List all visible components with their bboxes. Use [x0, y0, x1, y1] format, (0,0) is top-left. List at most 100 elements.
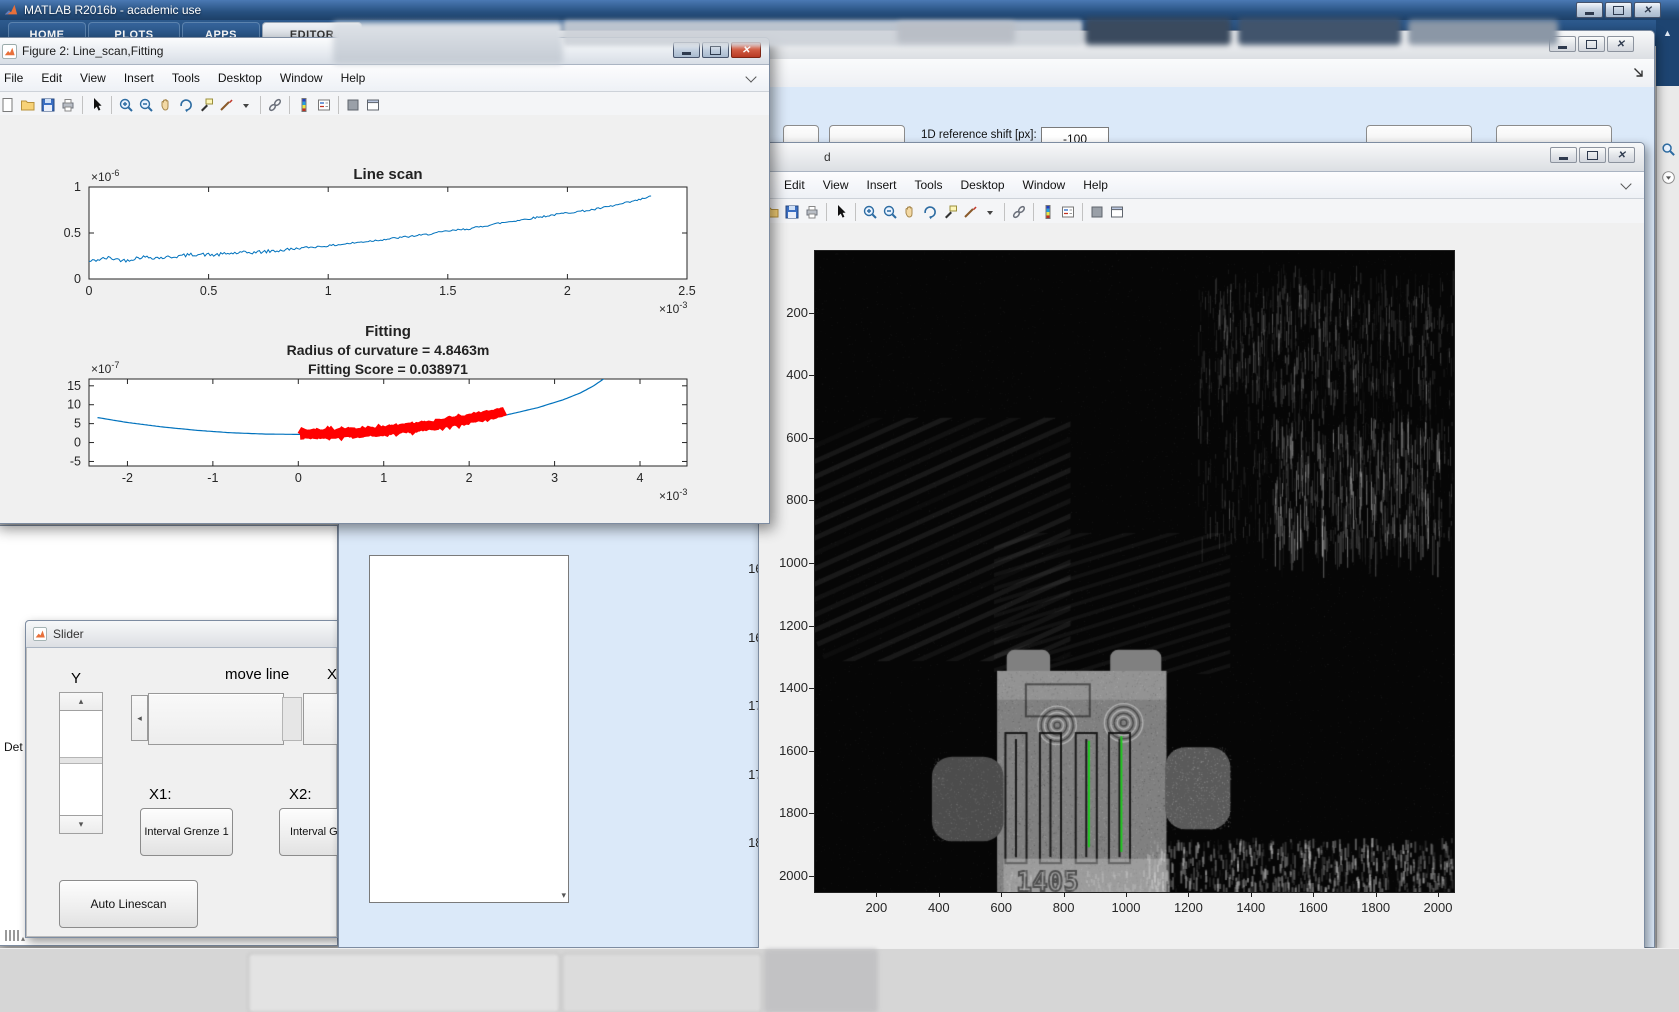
menu-item-help[interactable]: Help: [332, 71, 375, 85]
menu-item-window[interactable]: Window: [1014, 178, 1075, 192]
listbox[interactable]: ▾: [369, 555, 569, 903]
gui-close-button[interactable]: ✕: [1607, 36, 1634, 52]
rotate-3d-icon[interactable]: [176, 95, 196, 115]
interval-grenze-2-button[interactable]: Interval Gre: [279, 808, 338, 856]
toolbar-separator: [855, 203, 856, 221]
menu-item-insert[interactable]: Insert: [115, 71, 163, 85]
data-cursor-icon[interactable]: [196, 95, 216, 115]
restore-button[interactable]: [1605, 2, 1632, 18]
menu-item-view[interactable]: View: [71, 71, 115, 85]
y-slider[interactable]: ▴ ▾: [59, 692, 103, 834]
menu-overflow-icon[interactable]: [1620, 178, 1631, 189]
auto-linescan-button[interactable]: Auto Linescan: [59, 880, 198, 928]
toolbar-separator: [826, 203, 827, 221]
zoom-out-icon[interactable]: [880, 202, 900, 222]
figr-restore-button[interactable]: [1579, 147, 1606, 163]
x-tick-label: 2000: [1413, 900, 1463, 915]
figr-close-button[interactable]: ✕: [1608, 147, 1635, 163]
zoom-out-icon[interactable]: [136, 95, 156, 115]
menu-item-tools[interactable]: Tools: [906, 178, 952, 192]
brush-icon[interactable]: [960, 202, 980, 222]
data-cursor-icon[interactable]: [940, 202, 960, 222]
dock-arrow-icon[interactable]: [1632, 66, 1645, 79]
menu-item-desktop[interactable]: Desktop: [209, 71, 271, 85]
insert-colorbar-icon[interactable]: [294, 95, 314, 115]
x-tick-label: 1000: [1101, 900, 1151, 915]
pan-hand-icon[interactable]: [900, 202, 920, 222]
print-icon[interactable]: [802, 202, 822, 222]
y-tick-label: 400: [768, 367, 808, 382]
print-icon[interactable]: [58, 95, 78, 115]
hide-plot-tools-icon[interactable]: [1087, 202, 1107, 222]
hslider-track[interactable]: [282, 697, 302, 741]
slider-thumb[interactable]: [60, 757, 102, 764]
matlab-figure-icon: [33, 627, 48, 642]
minimize-button[interactable]: [1576, 2, 1603, 18]
insert-colorbar-icon[interactable]: [1038, 202, 1058, 222]
image-figure-title: d: [824, 150, 831, 164]
dropdown-caret-icon[interactable]: [980, 202, 1000, 222]
slider-titlebar[interactable]: Slider: [26, 621, 337, 648]
open-folder-icon[interactable]: [18, 95, 38, 115]
gui-restore-button[interactable]: [1578, 36, 1605, 52]
link-plots-icon[interactable]: [265, 95, 285, 115]
zoom-in-icon[interactable]: [860, 202, 880, 222]
menu-item-desktop[interactable]: Desktop: [952, 178, 1014, 192]
interval-grenze-1-button[interactable]: Interval Grenze 1: [140, 808, 233, 856]
svg-text:Fitting Score = 0.038971: Fitting Score = 0.038971: [308, 361, 468, 377]
insert-legend-icon[interactable]: [314, 95, 334, 115]
blurred-window-fragment: [1085, 18, 1231, 45]
image-figure-client: 2004006008001000120014001600180020002004…: [759, 223, 1644, 950]
hslider-thumb[interactable]: [148, 693, 284, 745]
y-tick-mark: [809, 438, 814, 439]
resize-grip[interactable]: ▴: [5, 928, 25, 946]
x-tick-mark: [1376, 892, 1377, 897]
link-plots-icon[interactable]: [1009, 202, 1029, 222]
image-figure-menubar: EditViewInsertToolsDesktopWindowHelp: [759, 172, 1644, 199]
dropdown-caret-icon[interactable]: [236, 95, 256, 115]
insert-legend-icon[interactable]: [1058, 202, 1078, 222]
new-doc-icon[interactable]: [0, 95, 18, 115]
hslider-left-arrow[interactable]: ◂: [131, 695, 148, 741]
x-slider-fragment[interactable]: [303, 693, 338, 745]
figr-minimize-button[interactable]: [1550, 147, 1577, 163]
brush-icon[interactable]: [216, 95, 236, 115]
y-tick-label: 600: [768, 430, 808, 445]
arrow-cursor-icon[interactable]: [831, 202, 851, 222]
rotate-3d-icon[interactable]: [920, 202, 940, 222]
menu-item-edit[interactable]: Edit: [775, 178, 814, 192]
x2-label: X2:: [289, 786, 312, 803]
save-icon[interactable]: [38, 95, 58, 115]
sidebar-collapse[interactable]: ▲: [1656, 20, 1679, 86]
svg-text:-2: -2: [122, 471, 133, 485]
image-figure-titlebar[interactable]: d ✕: [759, 143, 1644, 172]
circle-caret-icon[interactable]: [1661, 170, 1676, 185]
svg-text:1: 1: [325, 284, 332, 298]
close-button[interactable]: ✕: [1634, 2, 1661, 18]
arrow-cursor-icon[interactable]: [87, 95, 107, 115]
menu-item-insert[interactable]: Insert: [857, 178, 905, 192]
show-plot-tools-icon[interactable]: [1107, 202, 1127, 222]
svg-text:-5: -5: [70, 454, 81, 468]
menu-item-edit[interactable]: Edit: [32, 71, 71, 85]
phase-image-axes[interactable]: [814, 250, 1455, 893]
hide-plot-tools-icon[interactable]: [343, 95, 363, 115]
show-plot-tools-icon[interactable]: [363, 95, 383, 115]
toolbar-separator: [82, 96, 83, 114]
menu-item-help[interactable]: Help: [1074, 178, 1117, 192]
listbox-scroll-down-icon[interactable]: ▾: [561, 890, 566, 901]
slider-up-arrow[interactable]: ▴: [60, 693, 102, 711]
slider-down-arrow[interactable]: ▾: [60, 815, 102, 833]
x-tick-label: 1400: [1226, 900, 1276, 915]
menu-overflow-icon[interactable]: [745, 71, 756, 82]
menu-item-file[interactable]: File: [0, 71, 32, 85]
menu-item-view[interactable]: View: [814, 178, 858, 192]
menu-item-tools[interactable]: Tools: [163, 71, 209, 85]
menu-item-window[interactable]: Window: [271, 71, 332, 85]
toolbar-separator: [260, 96, 261, 114]
save-icon[interactable]: [782, 202, 802, 222]
search-icon[interactable]: [1661, 142, 1676, 157]
svg-text:0: 0: [74, 436, 81, 450]
zoom-in-icon[interactable]: [116, 95, 136, 115]
pan-hand-icon[interactable]: [156, 95, 176, 115]
